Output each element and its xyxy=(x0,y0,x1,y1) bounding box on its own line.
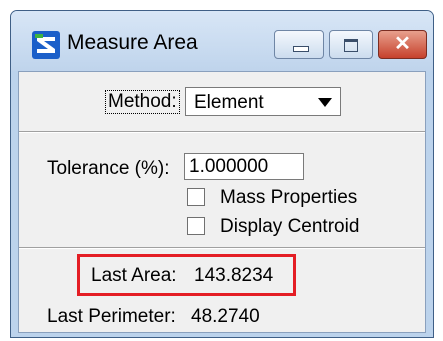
window-title: Measure Area xyxy=(67,31,198,54)
maximize-button[interactable] xyxy=(329,30,373,59)
display-centroid-label: Display Centroid xyxy=(220,216,360,237)
tolerance-label: Tolerance (%): xyxy=(47,158,170,179)
screenshot-page: Measure Area ✕ Method: Element Tolerance… xyxy=(0,0,443,341)
microstation-icon xyxy=(32,31,60,59)
method-selected-value: Element xyxy=(194,92,264,113)
last-perimeter-value: 48.2740 xyxy=(191,306,260,327)
title-bar[interactable]: Measure Area ✕ xyxy=(11,11,433,71)
close-icon: ✕ xyxy=(394,33,411,55)
last-area-highlight: Last Area: 143.8234 xyxy=(77,254,296,296)
mass-properties-label: Mass Properties xyxy=(220,187,358,208)
last-perimeter-label: Last Perimeter: xyxy=(47,306,176,327)
minimize-icon xyxy=(293,46,309,52)
dialog-client-area: Method: Element Tolerance (%): Mass Prop… xyxy=(18,71,426,333)
last-area-label: Last Area: xyxy=(91,265,177,286)
section-divider xyxy=(19,131,425,133)
display-centroid-checkbox[interactable] xyxy=(187,217,205,235)
close-button[interactable]: ✕ xyxy=(378,30,427,59)
method-label: Method: xyxy=(105,90,180,114)
dropdown-arrow-icon xyxy=(318,98,332,107)
tolerance-input[interactable] xyxy=(184,153,304,180)
mass-properties-checkbox[interactable] xyxy=(187,188,205,206)
method-dropdown[interactable]: Element xyxy=(185,87,341,116)
minimize-button[interactable] xyxy=(274,30,324,59)
section-divider xyxy=(19,247,425,249)
last-area-value: 143.8234 xyxy=(194,265,274,286)
maximize-icon xyxy=(344,39,358,52)
measure-area-dialog: Measure Area ✕ Method: Element Tolerance… xyxy=(10,10,434,338)
